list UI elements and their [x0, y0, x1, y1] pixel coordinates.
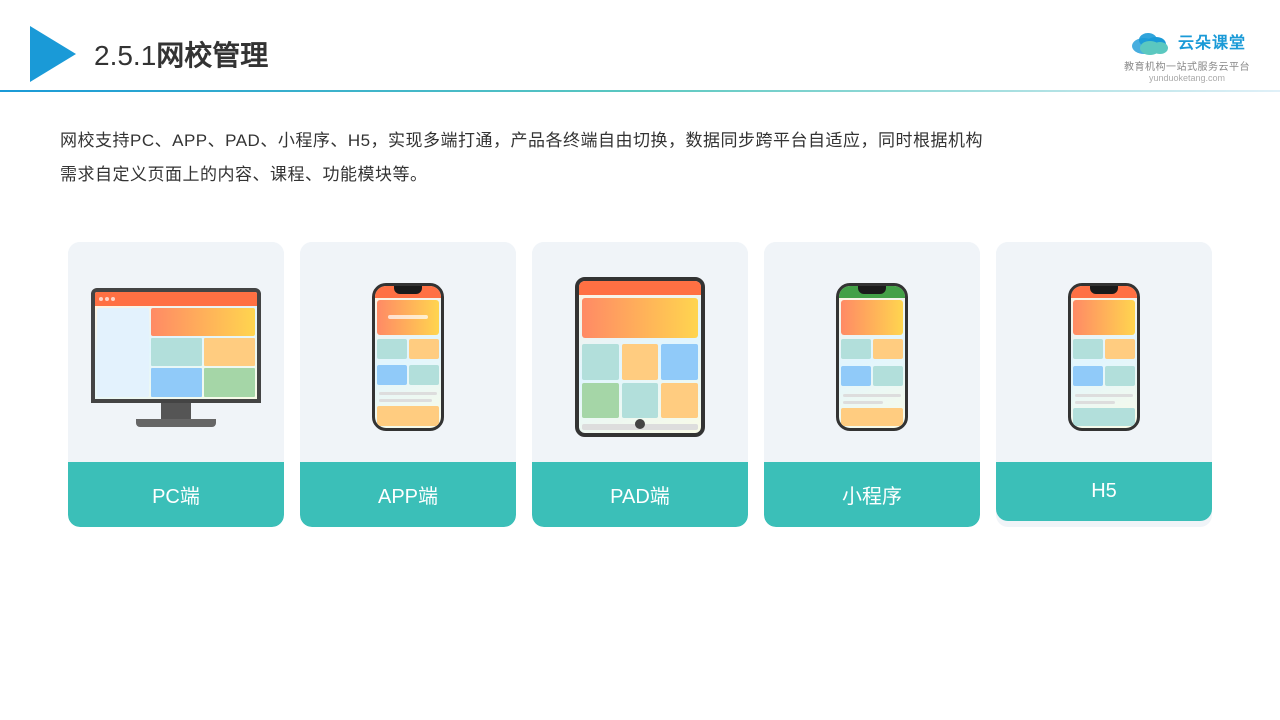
- card-miniprogram-label: 小程序: [764, 462, 980, 527]
- description-line1: 网校支持PC、APP、PAD、小程序、H5，实现多端打通，产品各终端自由切换，数…: [60, 124, 1220, 158]
- miniprogram-phone-icon: [836, 283, 908, 431]
- card-app-image: [300, 242, 516, 462]
- brand-logo: 云朵课堂: [1128, 26, 1246, 56]
- card-app-label: APP端: [300, 462, 516, 527]
- brand-slogan: 教育机构一站式服务云平台: [1124, 58, 1250, 73]
- header: 2.5.1网校管理 云朵课堂 教育机构一站式服务云平台 yunduoketang…: [0, 0, 1280, 90]
- card-miniprogram: 小程序: [764, 242, 980, 527]
- card-pc: PC端: [68, 242, 284, 527]
- card-h5: H5: [996, 242, 1212, 527]
- card-app: APP端: [300, 242, 516, 527]
- header-left: 2.5.1网校管理: [30, 26, 268, 82]
- cloud-icon: [1128, 26, 1172, 56]
- h5-phone-icon: [1068, 283, 1140, 431]
- card-miniprogram-image: [764, 242, 980, 462]
- brand-logo-area: 云朵课堂 教育机构一站式服务云平台 yunduoketang.com: [1124, 26, 1250, 83]
- card-pad: PAD端: [532, 242, 748, 527]
- card-pc-label: PC端: [68, 462, 284, 527]
- description-line2: 需求自定义页面上的内容、课程、功能模块等。: [60, 158, 1220, 192]
- brand-url: yunduoketang.com: [1149, 73, 1225, 83]
- logo-triangle-icon: [30, 26, 76, 82]
- title-number: 2.5.1: [94, 40, 156, 71]
- pc-monitor-icon: [91, 288, 261, 427]
- page-title: 2.5.1网校管理: [94, 34, 268, 74]
- card-pc-image: [68, 242, 284, 462]
- brand-name: 云朵课堂: [1178, 29, 1246, 53]
- title-text: 网校管理: [156, 40, 268, 71]
- cards-container: PC端: [0, 212, 1280, 557]
- card-h5-label: H5: [996, 462, 1212, 521]
- card-h5-image: [996, 242, 1212, 462]
- app-phone-icon: [372, 283, 444, 431]
- card-pad-image: [532, 242, 748, 462]
- description-text: 网校支持PC、APP、PAD、小程序、H5，实现多端打通，产品各终端自由切换，数…: [0, 92, 1280, 202]
- card-pad-label: PAD端: [532, 462, 748, 527]
- pad-tablet-icon: [575, 277, 705, 437]
